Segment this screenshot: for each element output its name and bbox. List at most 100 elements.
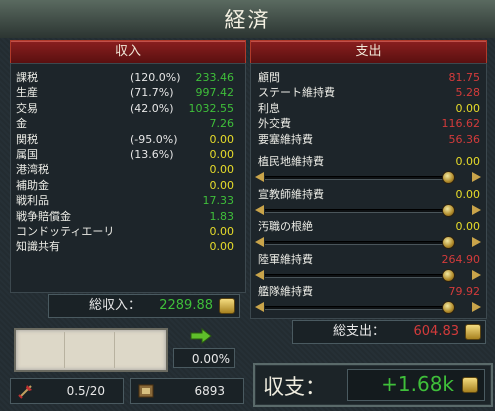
siege-icon — [18, 385, 32, 399]
expense-label: 宣教師維持費 — [258, 187, 324, 201]
income-row: 課税 (120.0%) 233.46 — [16, 70, 234, 85]
income-label: 課税 — [16, 71, 38, 84]
expense-row: 利息 0.00 — [258, 101, 480, 116]
income-label: 知識共有 — [16, 240, 60, 254]
income-row: 知識共有 0.00 — [16, 239, 234, 254]
take-loan-button[interactable] — [189, 327, 213, 345]
income-row: 戦争賠償金 1.83 — [16, 209, 234, 224]
expense-label: ステート維持費 — [258, 86, 335, 100]
coins-icon — [219, 298, 235, 314]
expense-row: 要塞維持費 56.36 — [258, 132, 480, 147]
income-row: 生産 (71.7%) 997.42 — [16, 85, 234, 100]
expense-total-value: 604.83 — [413, 324, 460, 339]
expense-label: 利息 — [258, 101, 280, 115]
decrease-arrow-icon[interactable] — [255, 172, 264, 182]
loan-percent: 0.00% — [173, 348, 235, 368]
expense-value: 116.62 — [441, 117, 481, 131]
balance-label: 収支： — [263, 375, 326, 399]
income-value: 997.42 — [195, 86, 235, 100]
income-label: 交易 — [16, 101, 38, 115]
income-label: 金 — [16, 117, 27, 131]
increase-arrow-icon[interactable] — [472, 269, 481, 280]
expense-label: 外交費 — [258, 117, 291, 131]
balance-value: +1.68k — [381, 372, 454, 396]
income-total-label: 総収入： — [89, 298, 142, 313]
arrow-right-icon — [190, 327, 212, 345]
expense-slider[interactable] — [255, 171, 481, 184]
expense-label: 顧問 — [258, 71, 280, 84]
income-row: 戦利品 17.33 — [16, 193, 234, 208]
income-row: 金 7.26 — [16, 116, 234, 131]
expense-total-box: 総支出： 604.83 — [292, 320, 486, 344]
balance-box: 収支： +1.68k — [253, 363, 493, 407]
slider-knob[interactable] — [442, 301, 455, 314]
expense-row: 植民地維持費 0.00 — [258, 154, 480, 169]
expense-value: 0.00 — [455, 155, 481, 168]
income-value: 17.33 — [202, 194, 235, 208]
increase-arrow-icon[interactable] — [472, 172, 481, 182]
expenses-header: 支出 — [250, 40, 487, 64]
expense-label: 植民地維持費 — [258, 155, 324, 168]
expense-row: ステート維持費 5.28 — [258, 85, 480, 100]
expense-value: 81.75 — [448, 71, 481, 84]
expense-row: 外交費 116.62 — [258, 116, 480, 131]
income-label: 港湾税 — [16, 163, 49, 177]
decrease-arrow-icon[interactable] — [255, 269, 264, 280]
expense-label: 汚職の根絶 — [258, 220, 313, 233]
expense-value: 0.00 — [455, 101, 481, 115]
income-value: 0.00 — [209, 163, 235, 177]
income-row: コンドッティエーリ 0.00 — [16, 224, 234, 239]
increase-arrow-icon[interactable] — [472, 237, 481, 247]
income-value: 0.00 — [209, 240, 235, 254]
income-label: 戦争賠償金 — [16, 209, 71, 223]
slider-track[interactable] — [265, 273, 453, 278]
expense-value: 5.28 — [455, 86, 481, 100]
slider-track[interactable] — [265, 306, 453, 310]
expense-slider[interactable] — [255, 236, 481, 249]
expense-label: 要塞維持費 — [258, 132, 313, 146]
decrease-arrow-icon[interactable] — [255, 204, 264, 215]
income-label: 生産 — [16, 86, 38, 100]
income-label: 属国 — [16, 148, 38, 161]
income-label: 関税 — [16, 132, 38, 146]
income-value: 7.26 — [209, 117, 235, 131]
slider-track[interactable] — [265, 208, 453, 213]
expense-slider[interactable] — [255, 203, 481, 217]
expense-label: 艦隊維持費 — [258, 285, 313, 298]
income-total-box: 総収入： 2289.88 — [48, 294, 240, 318]
income-value: 1.83 — [209, 209, 235, 223]
slider-knob[interactable] — [442, 236, 455, 249]
income-row: 港湾税 0.00 — [16, 162, 234, 177]
income-total-value: 2289.88 — [159, 298, 213, 313]
loan-slots[interactable] — [14, 328, 168, 372]
income-value: 0.00 — [209, 132, 235, 146]
expense-row: 顧問 81.75 — [258, 70, 480, 85]
window-title: 経済 — [224, 8, 271, 32]
slider-knob[interactable] — [442, 203, 455, 217]
slider-track[interactable] — [265, 241, 453, 245]
income-label: 戦利品 — [16, 194, 49, 208]
expense-row: 宣教師維持費 0.00 — [258, 187, 480, 202]
stat-right-value: 6893 — [194, 384, 225, 398]
slider-knob[interactable] — [442, 268, 455, 282]
income-value: 0.00 — [209, 148, 235, 161]
stat-right: 6893 — [130, 378, 244, 404]
decrease-arrow-icon[interactable] — [255, 302, 264, 312]
expense-slider[interactable] — [255, 301, 481, 314]
income-row: 補助金 0.00 — [16, 178, 234, 193]
slider-knob[interactable] — [442, 171, 455, 184]
stats-bar: 0.5/20 6893 — [10, 378, 244, 404]
expense-total-label: 総支出： — [333, 324, 386, 339]
increase-arrow-icon[interactable] — [472, 302, 481, 312]
expense-label: 陸軍維持費 — [258, 252, 313, 266]
treasury-icon — [138, 384, 154, 398]
slider-track[interactable] — [265, 176, 453, 180]
decrease-arrow-icon[interactable] — [255, 237, 264, 247]
income-value: 1032.55 — [188, 101, 235, 115]
increase-arrow-icon[interactable] — [472, 204, 481, 215]
expense-row: 汚職の根絶 0.00 — [258, 219, 480, 234]
income-value: 0.00 — [209, 225, 235, 238]
expense-row: 艦隊維持費 79.92 — [258, 284, 480, 299]
expense-slider[interactable] — [255, 268, 481, 282]
income-row: 交易 (42.0%) 1032.55 — [16, 101, 234, 116]
